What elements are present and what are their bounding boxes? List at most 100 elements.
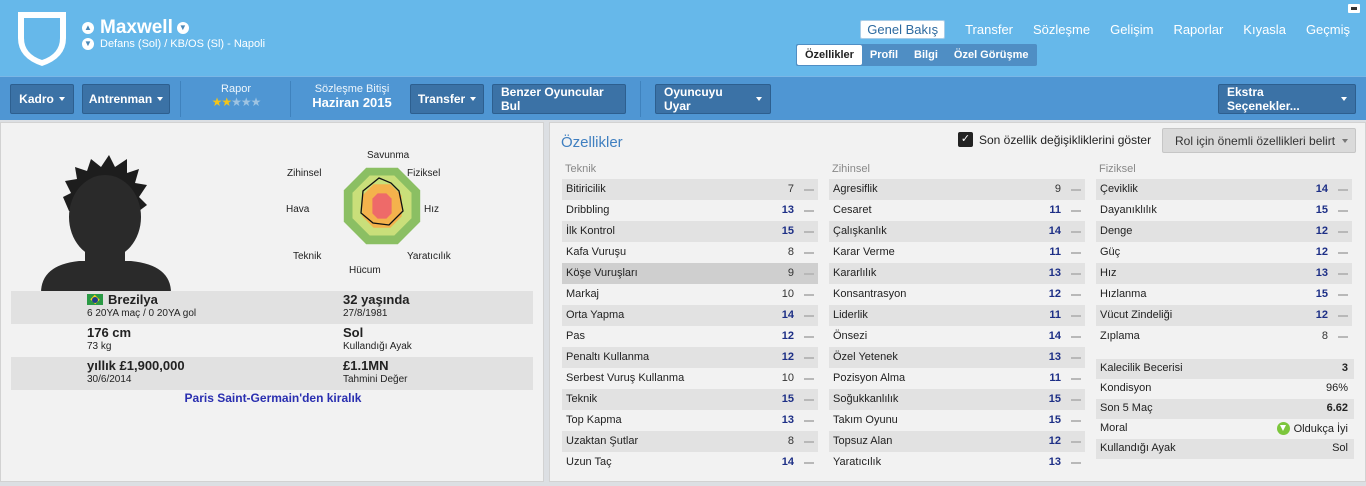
radar-label-teknik: Teknik [293, 251, 322, 262]
contract-end-date: 30/6/2014 [87, 374, 132, 385]
player-header: ▲ Maxwell ▼ ▼ Defans (Sol) / KB/OS (Sl) … [0, 0, 1366, 76]
tab-gecmis[interactable]: Geçmiş [1306, 20, 1350, 39]
tab-gelisim[interactable]: Gelişim [1110, 20, 1153, 39]
previous-player-icon[interactable]: ▲ [82, 22, 94, 34]
attribute-name: Soğukkanlılık [833, 393, 899, 405]
attribute-row-markaj[interactable]: Markaj 10 [562, 284, 818, 305]
preferred-foot-label: Kullandığı Ayak [343, 341, 412, 352]
toolbar-divider [180, 81, 181, 117]
attribute-row-guc[interactable]: Güç 12 [1096, 242, 1352, 263]
stat-value: Oldukça İyi [1293, 423, 1348, 435]
stat-value: 6.62 [1326, 402, 1348, 414]
chevron-down-icon [157, 97, 164, 101]
attribute-row-hiz[interactable]: Hız 13 [1096, 263, 1352, 284]
attribute-row-agresiflik[interactable]: Agresiflik 9 [829, 179, 1085, 200]
subtab-bilgi[interactable]: Bilgi [906, 45, 946, 65]
attribute-row-ziplama[interactable]: Zıplama 8 [1096, 326, 1352, 347]
no-change-icon [804, 357, 814, 359]
attribute-row-ceviklik[interactable]: Çeviklik 14 [1096, 179, 1352, 200]
no-change-icon [804, 399, 814, 401]
attribute-row-penalti-kullanma[interactable]: Penaltı Kullanma 12 [562, 347, 818, 368]
attribute-row-sogukkanlilik[interactable]: Soğukkanlılık 15 [829, 389, 1085, 410]
no-change-icon [804, 273, 814, 275]
attribute-row-cesaret[interactable]: Cesaret 11 [829, 200, 1085, 221]
attribute-row-bitiricilik[interactable]: Bitiricilik 7 [562, 179, 818, 200]
attribute-row-ilk-kontrol[interactable]: İlk Kontrol 15 [562, 221, 818, 242]
attribute-row-denge[interactable]: Denge 12 [1096, 221, 1352, 242]
minimize-icon[interactable] [1348, 4, 1360, 13]
tab-genel-bakis[interactable]: Genel Bakış [860, 20, 946, 39]
toolbar-divider [290, 81, 291, 117]
nationality: Brezilya [108, 292, 158, 307]
star-icon: ★ [211, 95, 223, 109]
attribute-row-kararlilik[interactable]: Kararlılık 13 [829, 263, 1085, 284]
show-changes-label: Son özellik değişikliklerini göster [979, 132, 1152, 147]
attribute-row-pozisyon-alma[interactable]: Pozisyon Alma 11 [829, 368, 1085, 389]
attribute-row-orta-yapma[interactable]: Orta Yapma 14 [562, 305, 818, 326]
subtab-ozel-gorusme[interactable]: Özel Görüşme [946, 45, 1037, 65]
weight: 73 kg [87, 341, 112, 352]
loan-status-link[interactable]: Paris Saint-Germain'den kiralık [1, 391, 545, 405]
chevron-down-icon [58, 97, 65, 101]
attribute-row-pas[interactable]: Pas 12 [562, 326, 818, 347]
no-change-icon [804, 441, 814, 443]
attribute-row-top-kapma[interactable]: Top Kapma 13 [562, 410, 818, 431]
no-change-icon [804, 378, 814, 380]
attribute-name: Liderlik [833, 309, 868, 321]
warn-player-button[interactable]: Oyuncuyu Uyar [655, 84, 771, 114]
checkbox-checked-icon[interactable]: ✓ [958, 132, 973, 147]
no-change-icon [1071, 231, 1081, 233]
attribute-value: 13 [781, 204, 794, 216]
kadro-button[interactable]: Kadro [10, 84, 74, 114]
subtab-ozellikler[interactable]: Özellikler [797, 45, 862, 65]
attribute-row-vucut-zindeligi[interactable]: Vücut Zindeliği 12 [1096, 305, 1352, 326]
wage: yıllık £1,900,000 [87, 358, 185, 373]
attribute-row-uzun-tac[interactable]: Uzun Taç 14 [562, 452, 818, 473]
attribute-row-caliskanlik[interactable]: Çalışkanlık 14 [829, 221, 1085, 242]
attribute-row-uzaktan-sutlar[interactable]: Uzaktan Şutlar 8 [562, 431, 818, 452]
attribute-row-kafa-vurusu[interactable]: Kafa Vuruşu 8 [562, 242, 818, 263]
sub-nav: Özellikler Profil Bilgi Özel Görüşme [796, 44, 1038, 66]
no-change-icon [804, 336, 814, 338]
role-attributes-button[interactable]: Rol için önemli özellikleri belirt [1162, 128, 1356, 153]
player-menu-icon[interactable]: ▼ [176, 22, 189, 34]
tab-kiyasla[interactable]: Kıyasla [1243, 20, 1286, 39]
show-changes-toggle[interactable]: ✓ Son özellik değişikliklerini göster [958, 132, 1151, 147]
top-nav: Genel Bakış Transfer Sözleşme Gelişim Ra… [840, 20, 1350, 39]
attribute-row-yaraticilik[interactable]: Yaratıcılık 13 [829, 452, 1085, 473]
attribute-row-dayaniklilik[interactable]: Dayanıklılık 15 [1096, 200, 1352, 221]
attribute-row-takim-oyunu[interactable]: Takım Oyunu 15 [829, 410, 1085, 431]
attribute-row-karar-verme[interactable]: Karar Verme 11 [829, 242, 1085, 263]
extra-options-button[interactable]: Ekstra Seçenekler... [1218, 84, 1356, 114]
attribute-name: Vücut Zindeliği [1100, 309, 1173, 321]
rating-stars: ★★★★★ [196, 95, 276, 109]
attribute-name: Uzaktan Şutlar [566, 435, 639, 447]
next-player-icon[interactable]: ▼ [82, 38, 94, 50]
antrenman-button[interactable]: Antrenman [82, 84, 170, 114]
stat-name: Kondisyon [1100, 382, 1152, 394]
attribute-row-teknik[interactable]: Teknik 15 [562, 389, 818, 410]
attribute-value: 11 [1049, 246, 1061, 258]
attribute-row-serbest-vurus-kullanma[interactable]: Serbest Vuruş Kullanma 10 [562, 368, 818, 389]
transfer-button[interactable]: Transfer [410, 84, 484, 114]
chevron-down-icon [1342, 138, 1349, 143]
attribute-value: 11 [1049, 204, 1061, 216]
tab-sozlesme[interactable]: Sözleşme [1033, 20, 1090, 39]
attribute-row-hizlanma[interactable]: Hızlanma 15 [1096, 284, 1352, 305]
subtab-profil[interactable]: Profil [862, 45, 906, 65]
attribute-row-onsezi[interactable]: Önsezi 14 [829, 326, 1085, 347]
scout-report[interactable]: Rapor ★★★★★ [196, 83, 276, 109]
attribute-row-konsantrasyon[interactable]: Konsantrasyon 12 [829, 284, 1085, 305]
attribute-row-dribbling[interactable]: Dribbling 13 [562, 200, 818, 221]
tab-raporlar[interactable]: Raporlar [1173, 20, 1223, 39]
star-icon: ★ [250, 95, 262, 109]
attribute-name: Denge [1100, 225, 1133, 237]
stat-value: 96% [1325, 382, 1348, 394]
attribute-row-liderlik[interactable]: Liderlik 11 [829, 305, 1085, 326]
tab-transfer[interactable]: Transfer [965, 20, 1013, 39]
attribute-row-topsuz-alan[interactable]: Topsuz Alan 12 [829, 431, 1085, 452]
similar-players-button[interactable]: Benzer Oyuncular Bul [492, 84, 626, 114]
attribute-row-ozel-yetenek[interactable]: Özel Yetenek 13 [829, 347, 1085, 368]
no-change-icon [804, 210, 814, 212]
attribute-row-kose-vuruslari[interactable]: Köşe Vuruşları 9 [562, 263, 818, 284]
